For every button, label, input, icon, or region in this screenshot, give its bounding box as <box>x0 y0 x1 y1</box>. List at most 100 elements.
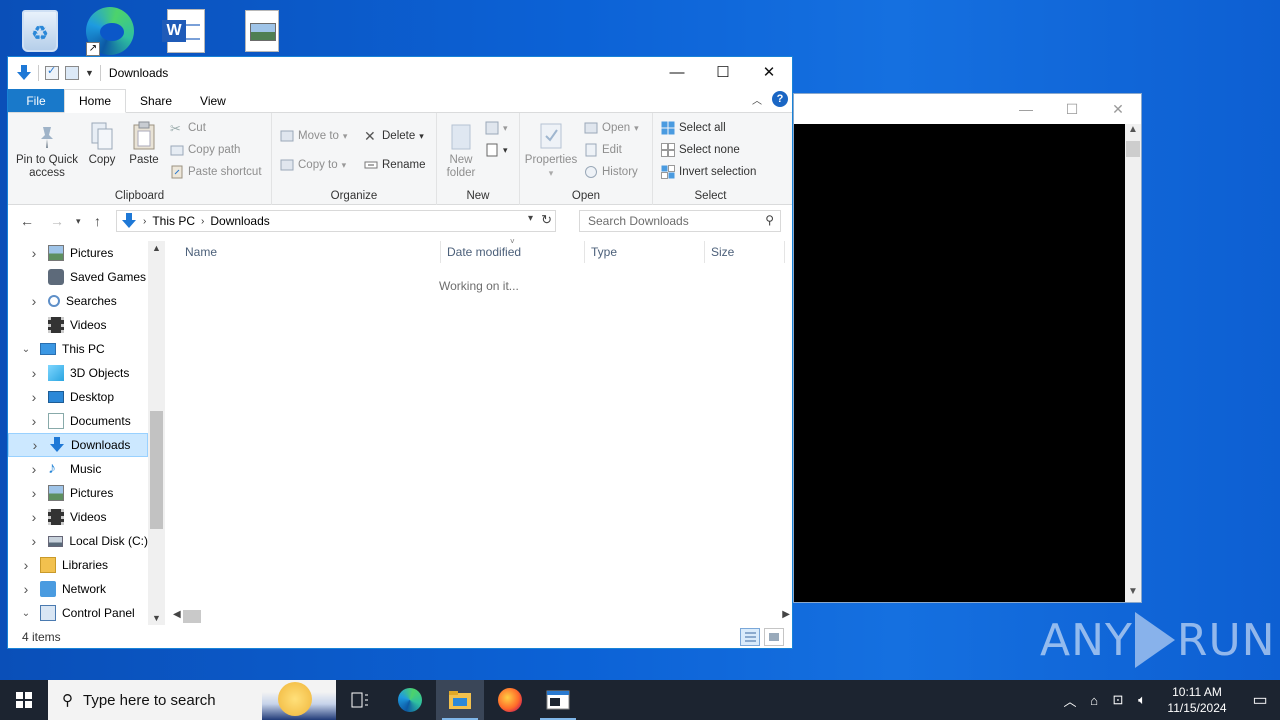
refresh-icon[interactable]: ↻ <box>541 212 552 228</box>
delete-button[interactable]: ✕ Delete ▾ <box>364 129 424 143</box>
scroll-down-icon[interactable]: ▼ <box>148 613 165 623</box>
chevron-right-icon[interactable]: › <box>28 485 40 501</box>
console-scrollbar[interactable]: ▲ ▼ <box>1125 124 1141 602</box>
easy-access-button[interactable]: ▾ <box>485 143 508 157</box>
chevron-right-icon[interactable]: › <box>28 245 40 261</box>
help-icon[interactable]: ? <box>772 91 788 107</box>
rename-button[interactable]: Rename <box>364 158 425 172</box>
notification-icon[interactable]: ▭ <box>1240 680 1280 720</box>
forward-arrow-icon[interactable]: → <box>50 213 64 229</box>
chevron-right-icon[interactable]: › <box>28 509 40 525</box>
start-button[interactable] <box>0 680 48 720</box>
collapse-ribbon-icon[interactable]: ︿ <box>752 92 762 107</box>
new-folder-icon[interactable] <box>65 66 79 80</box>
up-arrow-icon[interactable]: ↑ <box>94 213 101 229</box>
customize-dropdown-icon[interactable]: ▼ <box>85 68 94 78</box>
chevron-right-icon[interactable]: › <box>29 437 41 453</box>
chevron-right-icon[interactable]: › <box>201 216 204 227</box>
scroll-down-icon[interactable]: ▼ <box>1125 586 1141 602</box>
nav-item-this-pc[interactable]: ⌄ This PC <box>8 337 148 361</box>
chevron-up-icon[interactable]: ︿ <box>1058 691 1082 710</box>
column-header-date-modified[interactable]: Date modified <box>441 241 585 263</box>
search-input[interactable]: Search Downloads ⚲ <box>579 210 781 232</box>
history-button[interactable]: History <box>584 165 638 179</box>
console-area[interactable] <box>794 124 1126 602</box>
chevron-down-icon[interactable]: ⌄ <box>20 608 32 619</box>
maximize-icon[interactable]: ☐ <box>1049 101 1095 118</box>
select-none-button[interactable]: Select none <box>661 143 740 157</box>
firefox-taskbar-icon[interactable] <box>486 680 534 720</box>
chevron-right-icon[interactable]: › <box>28 413 40 429</box>
chevron-right-icon[interactable]: › <box>28 293 40 309</box>
edit-button[interactable]: Edit <box>584 143 622 157</box>
nav-item-videos[interactable]: › Videos <box>8 505 148 529</box>
breadcrumb-downloads[interactable]: Downloads <box>210 214 269 228</box>
horizontal-scrollbar[interactable]: ◀ ▶ <box>165 607 792 625</box>
nav-item-saved-games[interactable]: Saved Games <box>8 265 148 289</box>
nav-item-music[interactable]: › ♪ Music <box>8 457 148 481</box>
chevron-down-icon[interactable]: ⌄ <box>20 344 32 355</box>
scroll-right-icon[interactable]: ▶ <box>782 609 790 620</box>
address-bar[interactable]: › This PC › Downloads ▾ ↻ <box>116 210 556 232</box>
tab-view[interactable]: View <box>186 89 240 112</box>
nav-item-local-disk-c[interactable]: › Local Disk (C:) <box>8 529 149 553</box>
nav-item-control-panel[interactable]: ⌄ Control Panel <box>8 601 148 625</box>
maximize-button[interactable]: ☐ <box>700 57 746 87</box>
chevron-right-icon[interactable]: › <box>28 365 40 381</box>
nav-item-pictures[interactable]: › Pictures <box>8 241 148 265</box>
nav-item-pictures[interactable]: › Pictures <box>8 481 148 505</box>
copy-path-button[interactable]: Copy path <box>170 143 240 157</box>
scroll-up-icon[interactable]: ▲ <box>148 243 165 253</box>
chevron-right-icon[interactable]: › <box>28 533 40 549</box>
edge-shortcut-icon[interactable]: ↗ <box>84 6 136 56</box>
select-all-button[interactable]: Select all <box>661 121 726 135</box>
file-list-pane[interactable]: ˅ Name Date modified Type Size Working o… <box>165 237 792 625</box>
back-arrow-icon[interactable]: ← <box>20 213 34 229</box>
tab-home[interactable]: Home <box>64 89 127 113</box>
minimize-button[interactable]: — <box>654 57 700 87</box>
close-button[interactable]: ✕ <box>746 57 792 87</box>
address-dropdown-icon[interactable]: ▾ <box>528 213 533 224</box>
close-icon[interactable]: ✕ <box>1095 101 1141 118</box>
minimize-icon[interactable]: — <box>1003 101 1049 117</box>
column-header-size[interactable]: Size <box>705 241 785 263</box>
nav-item-videos[interactable]: Videos <box>8 313 148 337</box>
nav-item-libraries[interactable]: › Libraries <box>8 553 148 577</box>
recent-locations-icon[interactable]: ▾ <box>76 216 81 227</box>
copy-to-button[interactable]: Copy to ▾ <box>280 158 346 172</box>
nav-scrollbar[interactable]: ▲ ▼ <box>148 241 165 625</box>
volume-icon[interactable]: 🔈︎ <box>1130 692 1154 708</box>
properties-button[interactable]: Properties ▾ <box>524 121 578 180</box>
scroll-up-icon[interactable]: ▲ <box>1125 124 1141 140</box>
tab-share[interactable]: Share <box>126 89 186 112</box>
details-view-icon[interactable] <box>740 628 760 646</box>
open-button[interactable]: Open ▾ <box>584 121 639 135</box>
breadcrumb-this-pc[interactable]: This PC <box>152 214 195 228</box>
edge-taskbar-icon[interactable] <box>386 680 434 720</box>
terminal-taskbar-icon[interactable] <box>534 680 582 720</box>
scroll-left-icon[interactable]: ◀ <box>173 609 181 620</box>
properties-icon[interactable] <box>45 64 59 80</box>
nav-item-3d-objects[interactable]: › 3D Objects <box>8 361 148 385</box>
meet-now-icon[interactable]: ⌂ <box>1082 693 1106 708</box>
clock[interactable]: 10:11 AM 11/15/2024 <box>1162 684 1232 716</box>
title-bar[interactable]: ▼ Downloads — ☐ ✕ <box>8 57 792 89</box>
task-view-icon[interactable] <box>336 680 384 720</box>
large-icons-view-icon[interactable] <box>764 628 784 646</box>
pin-quick-access-button[interactable]: Pin to Quick access <box>14 121 80 180</box>
recycle-bin-icon[interactable] <box>14 6 66 56</box>
nav-item-desktop[interactable]: › Desktop <box>8 385 148 409</box>
copy-button[interactable]: Copy <box>86 121 118 167</box>
chevron-right-icon[interactable]: › <box>20 581 32 597</box>
cut-button[interactable]: ✂ Cut <box>170 121 206 136</box>
column-header-name[interactable]: Name <box>179 241 441 263</box>
file-explorer-taskbar-icon[interactable] <box>436 680 484 720</box>
new-item-button[interactable]: ▾ <box>485 121 508 135</box>
nav-item-network[interactable]: › Network <box>8 577 148 601</box>
paste-button[interactable]: Paste <box>128 121 160 167</box>
taskbar-search[interactable]: ⚲ Type here to search <box>48 680 336 720</box>
invert-selection-button[interactable]: Invert selection <box>661 165 756 179</box>
chevron-right-icon[interactable]: › <box>28 461 40 477</box>
word-document-icon[interactable]: W <box>160 6 212 56</box>
paste-shortcut-button[interactable]: Paste shortcut <box>170 165 262 179</box>
